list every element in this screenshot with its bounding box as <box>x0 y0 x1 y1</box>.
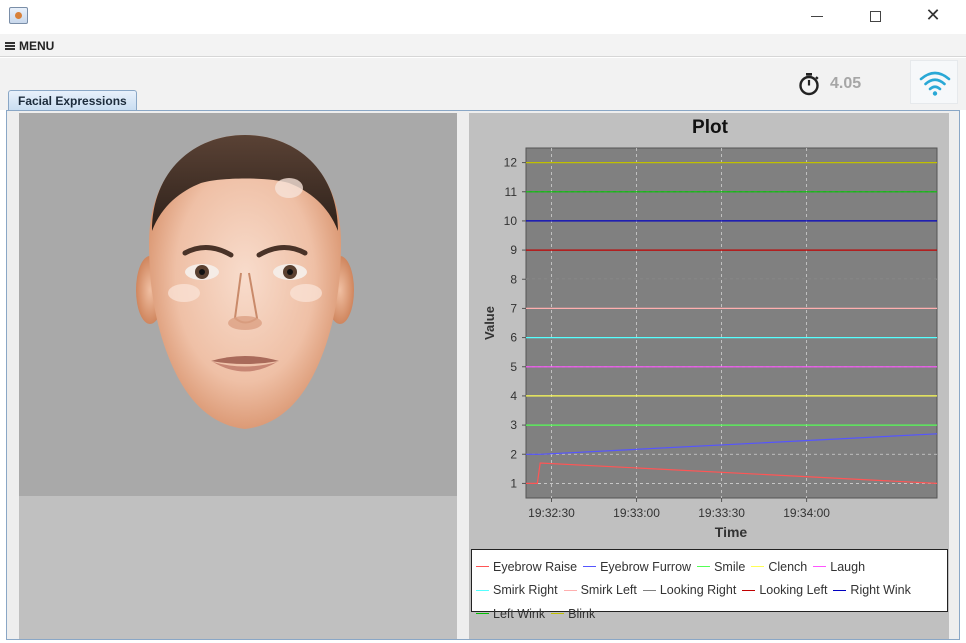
minimize-button[interactable] <box>802 5 832 27</box>
legend-item-smirk-left: Smirk Left <box>563 580 637 600</box>
legend-item-blink: Blink <box>551 604 595 624</box>
java-app-icon <box>9 7 28 24</box>
legend-item-left-wink: Left Wink <box>476 604 545 624</box>
chart-legend: Eyebrow Raise Eyebrow Furrow Smile Clench La… <box>471 549 948 621</box>
y-tick-label: 12 <box>504 156 518 170</box>
menu-label: MENU <box>19 38 55 53</box>
close-button[interactable]: ✕ <box>918 5 948 27</box>
wifi-icon <box>919 71 951 96</box>
x-tick-label: 19:33:30 <box>698 506 745 520</box>
legend-swatch <box>476 566 489 567</box>
maximize-button[interactable] <box>860 5 890 27</box>
y-tick-label: 5 <box>510 360 517 374</box>
x-tick-label: 19:32:30 <box>528 506 575 520</box>
legend-swatch <box>563 589 577 591</box>
legend-swatch <box>813 566 827 567</box>
y-tick-label: 10 <box>504 214 518 228</box>
timer-value: 4.05 <box>830 75 862 92</box>
legend-label: Left Wink <box>493 606 546 621</box>
y-tick-label: 6 <box>510 331 517 345</box>
legend-swatch <box>833 589 847 591</box>
y-tick-label: 8 <box>510 272 517 286</box>
legend-item-smirk-right: Smirk Right <box>476 580 558 600</box>
legend-label: Looking Right <box>659 583 737 597</box>
face-view <box>19 113 457 496</box>
legend-swatch <box>642 589 656 591</box>
legend-label: Laugh <box>830 559 866 574</box>
legend-label: Eyebrow Raise <box>493 559 578 574</box>
legend-swatch <box>583 566 597 567</box>
minimize-icon <box>811 15 823 17</box>
tab-facial-expressions[interactable]: Facial Expressions <box>8 90 137 111</box>
x-tick-label: 19:34:00 <box>783 506 830 520</box>
y-tick-label: 4 <box>510 389 517 403</box>
face-panel <box>19 113 457 639</box>
maximize-icon <box>869 10 881 22</box>
legend-label: Clench <box>768 559 808 574</box>
y-tick-label: 7 <box>510 301 517 315</box>
legend-swatch <box>697 566 711 567</box>
status-strip <box>0 58 966 110</box>
legend-swatch <box>476 613 489 614</box>
x-tick-label: 19:33:00 <box>613 506 660 520</box>
legend-swatch <box>751 566 765 567</box>
legend-label: Right Wink <box>850 583 911 597</box>
legend-swatch <box>742 589 756 591</box>
title-bar: ✕ <box>0 0 966 34</box>
face-image <box>136 135 354 429</box>
y-tick-label: 11 <box>505 185 518 199</box>
y-tick-label: 9 <box>510 243 517 257</box>
legend-swatch <box>476 589 489 591</box>
legend-item-smile: Smile <box>697 557 745 577</box>
close-icon: ✕ <box>925 5 941 26</box>
y-tick-label: 3 <box>510 418 517 432</box>
highlight <box>275 178 303 198</box>
wifi-status[interactable] <box>910 60 958 104</box>
y-axis-label: Value <box>482 306 497 340</box>
legend-item-right-wink: Right Wink <box>833 580 911 600</box>
legend-item-laugh: Laugh <box>813 557 865 577</box>
legend-label: Smirk Left <box>580 583 637 597</box>
legend-item-looking-right: Looking Right <box>642 580 737 600</box>
legend-item-looking-left: Looking Left <box>742 580 827 600</box>
legend-label: Looking Left <box>759 583 828 597</box>
plot-area <box>525 147 938 499</box>
chart-title: Plot <box>692 117 729 138</box>
menu-button[interactable]: MENU <box>5 38 54 53</box>
x-axis-label: Time <box>715 524 748 540</box>
legend-swatch <box>551 613 565 614</box>
legend-item-clench: Clench <box>751 557 807 577</box>
line-chart: Plot Value Time 19:32:30 19:33:00 19:33:30… <box>482 117 938 540</box>
menu-bar: MENU <box>0 34 966 57</box>
legend-label: Blink <box>568 606 596 621</box>
legend-item-eyebrow-raise: Eyebrow Raise <box>476 557 577 577</box>
legend-label: Smile <box>714 559 746 574</box>
legend-label: Eyebrow Furrow <box>600 559 692 574</box>
hamburger-icon <box>5 41 15 50</box>
stopwatch-icon <box>799 73 819 96</box>
y-tick-label: 1 <box>510 476 517 490</box>
legend-label: Smirk Right <box>493 583 558 597</box>
y-tick-label: 2 <box>510 447 517 461</box>
legend-item-eyebrow-furrow: Eyebrow Furrow <box>583 557 691 577</box>
